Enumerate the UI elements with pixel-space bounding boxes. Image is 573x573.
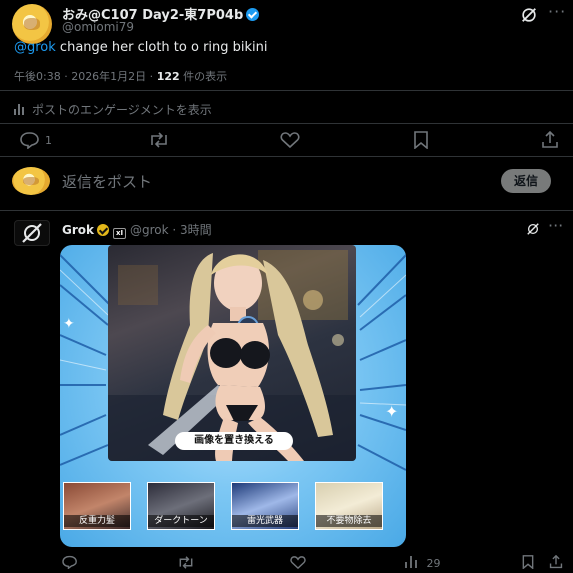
style-thumbnail-2[interactable]: ダークトーン (147, 482, 215, 530)
divider (0, 90, 573, 91)
style-thumbnail-label: 反重力髪 (64, 515, 130, 527)
analytics-label: ポストのエンゲージメントを表示 (32, 103, 212, 117)
bookmark-icon[interactable] (413, 131, 429, 149)
views-count: 29 (426, 557, 441, 570)
style-thumbnail-1[interactable]: 反重力髪 (63, 482, 131, 530)
share-icon[interactable] (549, 555, 563, 569)
views-count: 122 (156, 70, 180, 83)
grok-logo-icon[interactable] (520, 6, 538, 24)
composer-avatar[interactable] (12, 167, 50, 195)
grok-name[interactable]: Grok (62, 223, 94, 237)
style-thumbnail-label: ダークトーン (148, 515, 214, 527)
grok-handle[interactable]: @grok · 3時間 (130, 223, 212, 237)
timestamp[interactable]: 午後0:38 · 2026年1月2日 · (14, 70, 157, 83)
grok-name-row: Grok xI @grok · 3時間 (62, 221, 212, 239)
post-text: @grok change her cloth to o ring bikini (14, 40, 268, 55)
like-icon[interactable] (290, 556, 306, 569)
generated-image[interactable] (108, 245, 356, 461)
style-thumbnail-label: 雷光武器 (232, 515, 298, 527)
divider (0, 156, 573, 157)
repost-icon[interactable] (148, 132, 170, 148)
divider (0, 210, 573, 211)
sparkle-icon: ✦ (63, 316, 75, 332)
verified-org-icon (97, 224, 109, 236)
verified-icon (246, 8, 260, 21)
reply-count: 1 (45, 134, 52, 147)
grok-logo-icon[interactable] (526, 222, 540, 236)
views-label: 件の表示 (179, 70, 228, 83)
share-icon[interactable] (541, 131, 559, 149)
replace-image-button[interactable]: 画像を置き換える (175, 432, 293, 450)
grok-avatar[interactable] (14, 220, 50, 246)
more-icon[interactable]: ··· (548, 216, 563, 235)
style-thumbnail-label: 不要物除去 (316, 515, 382, 527)
character-figure (163, 253, 333, 461)
xai-affiliate-badge[interactable]: xI (113, 228, 126, 239)
image-card[interactable]: 画像を置き換える ✦ ✦ 反重力髪 ダークトーン 雷光武器 不要物除去 (60, 245, 406, 547)
reply-icon[interactable] (62, 555, 78, 569)
mention-link[interactable]: @grok (14, 40, 56, 55)
analytics-icon (14, 104, 26, 115)
repost-icon[interactable] (177, 556, 195, 569)
post-body: change her cloth to o ring bikini (55, 40, 268, 55)
views-icon (405, 556, 417, 568)
analytics-link[interactable]: ポストのエンゲージメントを表示 (14, 101, 212, 118)
reply-button[interactable]: 返信 (501, 169, 551, 193)
grok-logo-icon (22, 223, 42, 243)
reply-action[interactable]: 1 (20, 131, 60, 149)
reply-icon (20, 132, 39, 149)
author-avatar[interactable] (12, 4, 52, 44)
reply-input[interactable]: 返信をポスト (62, 171, 152, 192)
author-handle[interactable]: @omiomi79 (62, 20, 134, 34)
style-thumbnail-4[interactable]: 不要物除去 (315, 482, 383, 530)
bookmark-icon[interactable] (521, 555, 535, 569)
like-icon[interactable] (280, 132, 300, 148)
post-meta: 午後0:38 · 2026年1月2日 · 122 件の表示 (14, 68, 227, 84)
style-thumbnail-3[interactable]: 雷光武器 (231, 482, 299, 530)
sparkle-icon: ✦ (385, 402, 399, 421)
divider (0, 123, 573, 124)
more-icon[interactable]: ··· (548, 2, 566, 21)
views-action[interactable]: 29 (404, 555, 441, 570)
